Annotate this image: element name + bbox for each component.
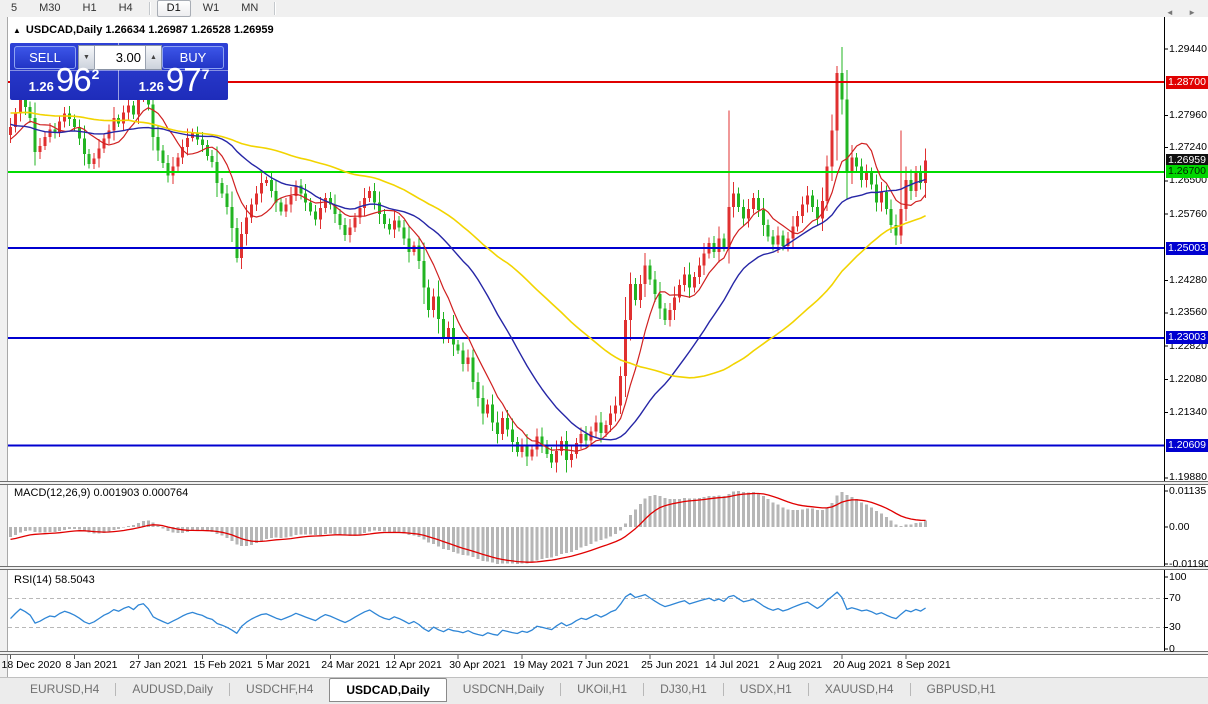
sell-price[interactable]: 1.26 96 2 bbox=[10, 61, 118, 99]
price-axis-tick: 1.27240 bbox=[1169, 141, 1207, 154]
timeframe-button-d1[interactable]: D1 bbox=[156, 0, 191, 17]
timeframe-button-h1[interactable]: H1 bbox=[73, 0, 107, 17]
tab-ukoil[interactable]: UKOil,H1 bbox=[561, 678, 643, 699]
date-axis-label: 18 Dec 2020 bbox=[1, 659, 62, 671]
price-badge: 1.28700 bbox=[1166, 75, 1208, 89]
splitter-main-macd[interactable] bbox=[0, 481, 1208, 485]
splitter-macd-rsi[interactable] bbox=[0, 566, 1208, 570]
toolbar-separator bbox=[274, 2, 277, 15]
timeframe-button-5[interactable]: 5 bbox=[1, 0, 27, 17]
tab-gbpusd[interactable]: GBPUSD,H1 bbox=[911, 678, 1012, 699]
price-axis-tick: 1.24280 bbox=[1169, 274, 1207, 287]
sell-price-sup: 2 bbox=[91, 66, 100, 82]
date-axis-label: 20 Aug 2021 bbox=[832, 659, 892, 671]
rsi-axis-tick: 0 bbox=[1169, 642, 1175, 655]
candlestick-chart-surface bbox=[8, 17, 1168, 659]
tab-usdx[interactable]: USDX,H1 bbox=[724, 678, 808, 699]
tab-usdcnh[interactable]: USDCNH,Daily bbox=[447, 678, 560, 699]
expand-icon[interactable]: ▲ bbox=[13, 26, 21, 35]
chart-title: ▲ USDCAD,Daily 1.26634 1.26987 1.26528 1… bbox=[13, 24, 274, 36]
tab-usdchf[interactable]: USDCHF,H4 bbox=[230, 678, 329, 699]
price-axis-tick: 1.27960 bbox=[1169, 108, 1207, 121]
tab-xauusd[interactable]: XAUUSD,H4 bbox=[809, 678, 910, 699]
macd-axis-tick: -0.01190 bbox=[1169, 557, 1208, 570]
timeframe-button-mn[interactable]: MN bbox=[231, 0, 268, 17]
macd-axis-tick: 0.01135 bbox=[1169, 484, 1207, 497]
timeframe-button-h4[interactable]: H4 bbox=[109, 0, 143, 17]
buy-price-sup: 7 bbox=[201, 66, 210, 82]
chart-tab-bar: EURUSD,H4 AUDUSD,Daily USDCHF,H4 USDCAD,Dai… bbox=[0, 677, 1208, 704]
tab-usdcad[interactable]: USDCAD,Daily bbox=[329, 678, 447, 702]
date-axis-label: 30 Apr 2021 bbox=[449, 659, 506, 671]
price-badge: 1.25003 bbox=[1166, 241, 1208, 255]
price-axis-tick: 1.19880 bbox=[1169, 471, 1207, 484]
buy-price-big: 97 bbox=[165, 61, 202, 98]
sell-price-prefix: 1.26 bbox=[28, 79, 54, 94]
macd-axis-tick: 0.00 bbox=[1169, 520, 1190, 533]
macd-label: MACD(12,26,9) 0.001903 0.000764 bbox=[14, 487, 189, 499]
one-click-trade-panel: SELL ▼ ▲ BUY 1.26 96 2 1.26 97 7 bbox=[10, 43, 228, 100]
tab-scroll-right-icon[interactable]: ► bbox=[1188, 8, 1202, 17]
timeframe-button-w1[interactable]: W1 bbox=[193, 0, 230, 17]
date-axis-label: 8 Jan 2021 bbox=[65, 659, 118, 671]
date-axis-label: 5 Mar 2021 bbox=[257, 659, 311, 671]
chart-title-text: USDCAD,Daily 1.26634 1.26987 1.26528 1.2… bbox=[25, 24, 274, 36]
price-axis-tick: 1.29440 bbox=[1169, 42, 1207, 55]
timeframe-toolbar: 5 M30 H1 H4 D1 W1 MN bbox=[0, 0, 1208, 18]
tab-eurusd[interactable]: EURUSD,H4 bbox=[14, 678, 115, 699]
tab-dj30[interactable]: DJ30,H1 bbox=[644, 678, 723, 699]
tab-scroll-left-icon[interactable]: ◄ bbox=[1166, 8, 1180, 17]
price-badge: 1.20609 bbox=[1166, 438, 1208, 452]
buy-price[interactable]: 1.26 97 7 bbox=[120, 61, 228, 99]
date-axis-label: 7 Jun 2021 bbox=[577, 659, 630, 671]
rsi-axis-tick: 70 bbox=[1169, 592, 1181, 605]
window-left-frame bbox=[0, 17, 8, 677]
buy-price-prefix: 1.26 bbox=[138, 79, 164, 94]
price-badge: 1.26700 bbox=[1166, 165, 1208, 179]
date-axis-label: 15 Feb 2021 bbox=[193, 659, 253, 671]
price-badge: 1.23003 bbox=[1166, 331, 1208, 345]
price-axis-tick: 1.22080 bbox=[1169, 372, 1207, 385]
timeframe-button-m30[interactable]: M30 bbox=[29, 0, 70, 17]
date-axis-label: 14 Jul 2021 bbox=[705, 659, 760, 671]
toolbar-separator bbox=[148, 2, 151, 15]
rsi-axis-tick: 100 bbox=[1169, 570, 1187, 583]
date-axis-label: 12 Apr 2021 bbox=[385, 659, 442, 671]
price-axis-tick: 1.25760 bbox=[1169, 207, 1207, 220]
rsi-label: RSI(14) 58.5043 bbox=[14, 574, 95, 586]
tab-scroll-arrows: ◄ ► bbox=[1166, 8, 1202, 17]
price-axis-tick: 1.23560 bbox=[1169, 306, 1207, 319]
date-axis-label: 19 May 2021 bbox=[513, 659, 574, 671]
splitter-rsi-dates bbox=[0, 651, 1208, 655]
rsi-axis-tick: 30 bbox=[1169, 620, 1181, 633]
date-axis-label: 27 Jan 2021 bbox=[129, 659, 188, 671]
sell-price-big: 96 bbox=[55, 61, 92, 98]
date-axis-label: 24 Mar 2021 bbox=[321, 659, 381, 671]
price-axis-tick: 1.21340 bbox=[1169, 405, 1207, 418]
date-axis-label: 8 Sep 2021 bbox=[896, 659, 951, 671]
date-axis-label: 25 Jun 2021 bbox=[641, 659, 699, 671]
date-axis-label: 2 Aug 2021 bbox=[769, 659, 823, 671]
tab-audusd[interactable]: AUDUSD,Daily bbox=[116, 678, 229, 699]
